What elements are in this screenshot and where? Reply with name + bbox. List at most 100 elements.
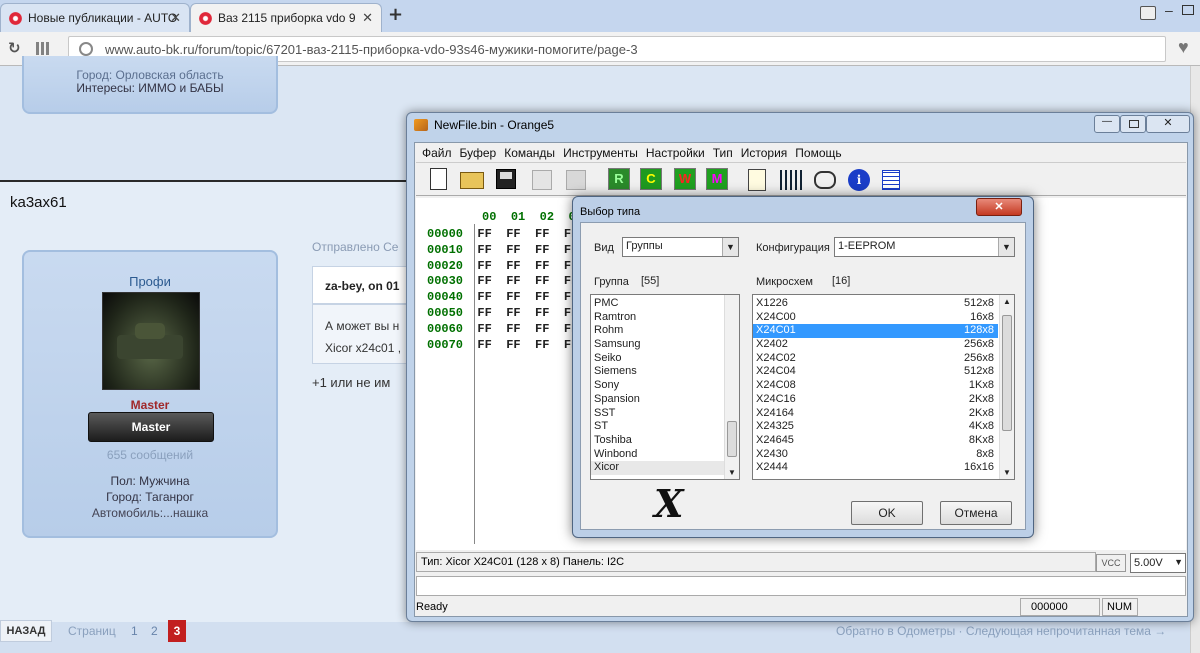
maximize-button[interactable] — [1120, 115, 1146, 133]
menu-tools[interactable]: Инструменты — [559, 143, 642, 160]
group-item[interactable]: Rohm — [591, 324, 739, 338]
group-list[interactable]: PMC Ramtron Rohm Samsung Seiko Siemens Sony Spa… — [590, 294, 740, 480]
menu-commands[interactable]: Команды — [500, 143, 559, 160]
scroll-down-icon[interactable]: ▼ — [1003, 468, 1011, 477]
group-item[interactable]: Seiko — [591, 352, 739, 366]
chip-item[interactable]: X2444 16x16 — [753, 461, 998, 475]
open-folder-icon[interactable] — [460, 172, 484, 189]
hex-byte[interactable]: FF — [506, 290, 520, 304]
hex-byte[interactable]: FF — [535, 259, 549, 273]
hex-byte[interactable]: FF — [477, 274, 491, 288]
group-item[interactable]: Spansion — [591, 393, 739, 407]
hex-byte[interactable]: FF — [535, 338, 549, 352]
ok-button[interactable]: OK — [851, 501, 923, 525]
group-item[interactable]: Sony — [591, 379, 739, 393]
paste-icon[interactable] — [566, 170, 586, 190]
chip-item[interactable]: X2430 8x8 — [753, 448, 998, 462]
group-item[interactable]: PMC — [591, 297, 739, 311]
hex-byte[interactable]: FF — [506, 274, 520, 288]
new-tab-button[interactable]: + — [388, 4, 403, 25]
group-item[interactable]: Winbond — [591, 448, 739, 462]
profile-icon[interactable] — [1140, 6, 1156, 20]
menu-history[interactable]: История — [737, 143, 792, 160]
scroll-thumb[interactable] — [1002, 315, 1012, 431]
adjust-sliders-icon[interactable] — [780, 170, 802, 190]
hex-byte[interactable]: FF — [535, 306, 549, 320]
group-item[interactable]: Siemens — [591, 365, 739, 379]
tab-close-icon[interactable]: ✕ — [170, 10, 181, 26]
hex-byte[interactable]: FF — [477, 259, 491, 273]
reload-icon[interactable]: ↻ — [8, 39, 21, 57]
page-link-current[interactable]: 3 — [168, 620, 186, 642]
chip-item[interactable]: X24325 4Kx8 — [753, 420, 998, 434]
menu-help[interactable]: Помощь — [791, 143, 845, 160]
modify-chip-button[interactable]: M — [706, 168, 728, 190]
avatar[interactable] — [102, 292, 200, 390]
group-item[interactable]: Samsung — [591, 338, 739, 352]
scroll-up-icon[interactable]: ▲ — [1003, 297, 1011, 306]
new-file-icon[interactable] — [430, 168, 447, 190]
browser-tab-new-publications[interactable]: Новые публикации - AUTO ✕ — [0, 3, 190, 32]
apps-icon[interactable] — [36, 42, 49, 55]
close-button[interactable]: ✕ — [1146, 115, 1190, 133]
browser-tab-forum-topic[interactable]: Ваз 2115 приборка vdo 9 ✕ — [190, 3, 382, 32]
back-button[interactable]: НАЗАД — [0, 620, 52, 642]
hex-byte[interactable]: FF — [506, 306, 520, 320]
menu-buffer[interactable]: Буфер — [456, 143, 501, 160]
chip-item[interactable]: X24C00 16x8 — [753, 311, 998, 325]
hex-byte[interactable]: FF — [477, 243, 491, 257]
hex-byte[interactable]: FF — [506, 259, 520, 273]
chip-item[interactable]: X1226 512x8 — [753, 297, 998, 311]
post-count[interactable]: 655 сообщений — [24, 448, 276, 462]
scroll-thumb[interactable] — [727, 421, 737, 457]
hex-byte[interactable]: FF — [477, 290, 491, 304]
group-item[interactable]: Ramtron — [591, 311, 739, 325]
read-chip-button[interactable]: R — [608, 168, 630, 190]
menu-type[interactable]: Тип — [709, 143, 737, 160]
compare-chip-button[interactable]: C — [640, 168, 662, 190]
copy-icon[interactable] — [532, 170, 552, 190]
chip-item[interactable]: X24C02 256x8 — [753, 352, 998, 366]
chip-list-scrollbar[interactable]: ▲ ▼ — [999, 295, 1014, 479]
group-item[interactable]: ST — [591, 420, 739, 434]
hex-byte[interactable]: FF — [535, 290, 549, 304]
tab-close-icon[interactable]: ✕ — [362, 10, 373, 26]
cancel-button[interactable]: Отмена — [940, 501, 1012, 525]
report-icon[interactable] — [882, 170, 900, 190]
save-icon[interactable] — [496, 169, 516, 189]
info-icon[interactable]: i — [848, 169, 870, 191]
menu-settings[interactable]: Настройки — [642, 143, 709, 160]
maximize-icon[interactable] — [1182, 5, 1194, 15]
chip-list[interactable]: X1226 512x8 X24C00 16x8 X24C01 128x8 X2402 256x… — [752, 294, 1015, 480]
page-link-1[interactable]: 1 — [131, 624, 138, 638]
chip-item[interactable]: X24C04 512x8 — [753, 365, 998, 379]
hex-byte[interactable]: FF — [535, 274, 549, 288]
group-item[interactable]: SST — [591, 407, 739, 421]
group-list-scrollbar[interactable]: ▼ — [724, 295, 739, 479]
hex-byte[interactable]: FF — [506, 227, 520, 241]
group-item[interactable]: Toshiba — [591, 434, 739, 448]
post-author-name[interactable]: ka3ax61 — [10, 194, 67, 211]
dialog-close-button[interactable]: ✕ — [976, 198, 1022, 216]
chip-item[interactable]: X24645 8Kx8 — [753, 434, 998, 448]
chip-item[interactable]: X24C16 2Kx8 — [753, 393, 998, 407]
hex-byte[interactable]: FF — [477, 322, 491, 336]
group-item[interactable]: Xicor — [591, 461, 739, 475]
chip-item[interactable]: X24164 2Kx8 — [753, 407, 998, 421]
minimize-icon[interactable]: – — [1165, 2, 1173, 18]
site-info-icon[interactable] — [79, 42, 93, 56]
chip-item[interactable]: X2402 256x8 — [753, 338, 998, 352]
hex-byte[interactable]: FF — [477, 227, 491, 241]
write-chip-button[interactable]: W — [674, 168, 696, 190]
hex-byte[interactable]: FF — [477, 338, 491, 352]
config-select[interactable]: 1-EEPROM ▼ — [834, 237, 1015, 257]
menu-file[interactable]: Файл — [418, 143, 456, 160]
minimize-button[interactable]: — — [1094, 115, 1120, 133]
hex-byte[interactable]: FF — [535, 227, 549, 241]
chip-item[interactable]: X24C01 128x8 — [753, 324, 998, 339]
vcc-select[interactable]: 5.00V ▼ — [1130, 553, 1186, 573]
view-select[interactable]: Группы ▼ — [622, 237, 739, 257]
footer-navigation-link[interactable]: Обратно в Одометры · Следующая непрочита… — [836, 624, 1190, 638]
chip-item[interactable]: X24C08 1Kx8 — [753, 379, 998, 393]
bookmark-heart-icon[interactable]: ♥ — [1178, 37, 1189, 58]
